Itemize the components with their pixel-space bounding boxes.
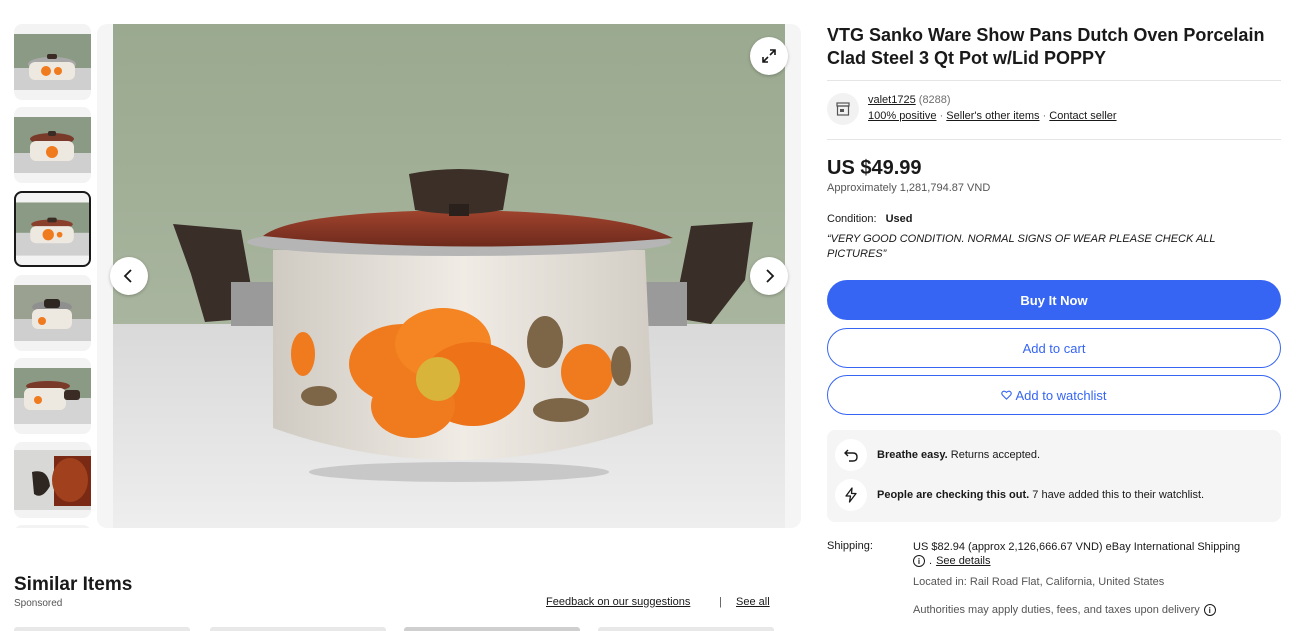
checking-text: 7 have added this to their watchlist. — [1029, 489, 1205, 501]
details-prefix: . — [929, 555, 933, 567]
buy-it-now-button[interactable]: Buy It Now — [827, 280, 1281, 320]
main-product-image[interactable] — [97, 24, 801, 528]
similar-item-card[interactable] — [210, 627, 386, 631]
feedback-suggestions-link[interactable]: Feedback on our suggestions — [546, 596, 690, 608]
similar-item-card[interactable] — [404, 627, 580, 631]
thumbnail-image — [16, 202, 89, 256]
returns-bold: Breathe easy. — [877, 449, 948, 461]
similar-item-card[interactable] — [14, 627, 190, 631]
chevron-left-icon — [123, 269, 132, 283]
returns-text: Returns accepted. — [947, 449, 1041, 461]
thumbnail-image — [14, 450, 91, 510]
thumbnail-image — [14, 34, 91, 90]
thumbnail-strip[interactable] — [14, 24, 91, 528]
trust-info-box: Breathe easy. Returns accepted. People a… — [827, 430, 1281, 522]
lightning-icon — [835, 479, 867, 511]
add-to-cart-button[interactable]: Add to cart — [827, 328, 1281, 368]
thumbnail-6[interactable] — [14, 442, 91, 518]
expand-icon — [762, 49, 776, 63]
checking-bold: People are checking this out. — [877, 489, 1030, 501]
condition-label: Condition: — [827, 213, 877, 225]
return-icon — [835, 439, 867, 471]
separator: · — [1042, 110, 1047, 122]
similar-item-card[interactable] — [598, 627, 774, 631]
thumbnail-7[interactable] — [14, 525, 91, 528]
sponsored-label: Sponsored — [14, 598, 63, 609]
product-photo — [113, 24, 785, 528]
previous-image-button[interactable] — [110, 257, 148, 295]
condition-description: “VERY GOOD CONDITION. NORMAL SIGNS OF WE… — [827, 233, 1216, 260]
seller-name-link[interactable]: valet1725 — [868, 94, 916, 106]
condition-value: Used — [885, 213, 913, 225]
thumbnail-4[interactable] — [14, 275, 91, 351]
thumbnail-2[interactable] — [14, 107, 91, 183]
see-all-link[interactable]: See all — [736, 596, 770, 608]
store-icon — [836, 102, 850, 116]
divider — [827, 80, 1281, 81]
expand-image-button[interactable] — [750, 37, 788, 75]
separator: · — [939, 110, 944, 122]
chevron-right-icon — [766, 269, 775, 283]
thumbnail-5[interactable] — [14, 358, 91, 434]
watchlist-label: Add to watchlist — [1015, 387, 1107, 403]
watchers-row: People are checking this out. 7 have add… — [835, 479, 1204, 511]
seller-links: 100% positive · Seller's other items · C… — [868, 110, 1117, 122]
shipping-details: i . See details — [913, 555, 991, 567]
listing-title: VTG Sanko Ware Show Pans Dutch Oven Porc… — [827, 25, 1265, 68]
duties-notice: Authorities may apply duties, fees, and … — [913, 604, 1220, 616]
item-location: Located in: Rail Road Flat, California, … — [913, 576, 1165, 588]
next-image-button[interactable] — [750, 257, 788, 295]
similar-items-heading: Similar Items — [14, 574, 133, 595]
seller-other-items-link[interactable]: Seller's other items — [946, 110, 1039, 122]
thumbnail-image — [14, 285, 91, 341]
divider — [827, 139, 1281, 140]
seller-store-avatar[interactable] — [827, 93, 859, 125]
duties-text: Authorities may apply duties, fees, and … — [913, 604, 1200, 616]
item-price: US $49.99 — [827, 157, 922, 179]
add-to-watchlist-button[interactable]: Add to watchlist — [827, 375, 1281, 415]
see-details-link[interactable]: See details — [936, 555, 990, 567]
thumbnail-1[interactable] — [14, 24, 91, 100]
seller-info: valet1725 (8288) — [868, 94, 951, 106]
thumbnail-image — [14, 368, 91, 424]
shipping-text: US $82.94 (approx 2,126,666.67 VND) eBay… — [913, 541, 1241, 553]
heart-icon — [1001, 390, 1013, 400]
info-icon[interactable]: i — [913, 555, 925, 567]
contact-seller-link[interactable]: Contact seller — [1049, 110, 1116, 122]
shipping-label: Shipping: — [827, 540, 873, 552]
returns-row: Breathe easy. Returns accepted. — [835, 439, 1040, 471]
seller-feedback-count: (8288) — [918, 94, 951, 106]
separator: | — [719, 596, 722, 608]
approx-price: Approximately 1,281,794.87 VND — [827, 182, 991, 194]
thumbnail-image — [14, 117, 91, 173]
info-icon[interactable]: i — [1203, 604, 1216, 616]
condition: Condition: Used — [827, 213, 913, 225]
thumbnail-3[interactable] — [14, 191, 91, 267]
positive-feedback-link[interactable]: 100% positive — [868, 110, 937, 122]
